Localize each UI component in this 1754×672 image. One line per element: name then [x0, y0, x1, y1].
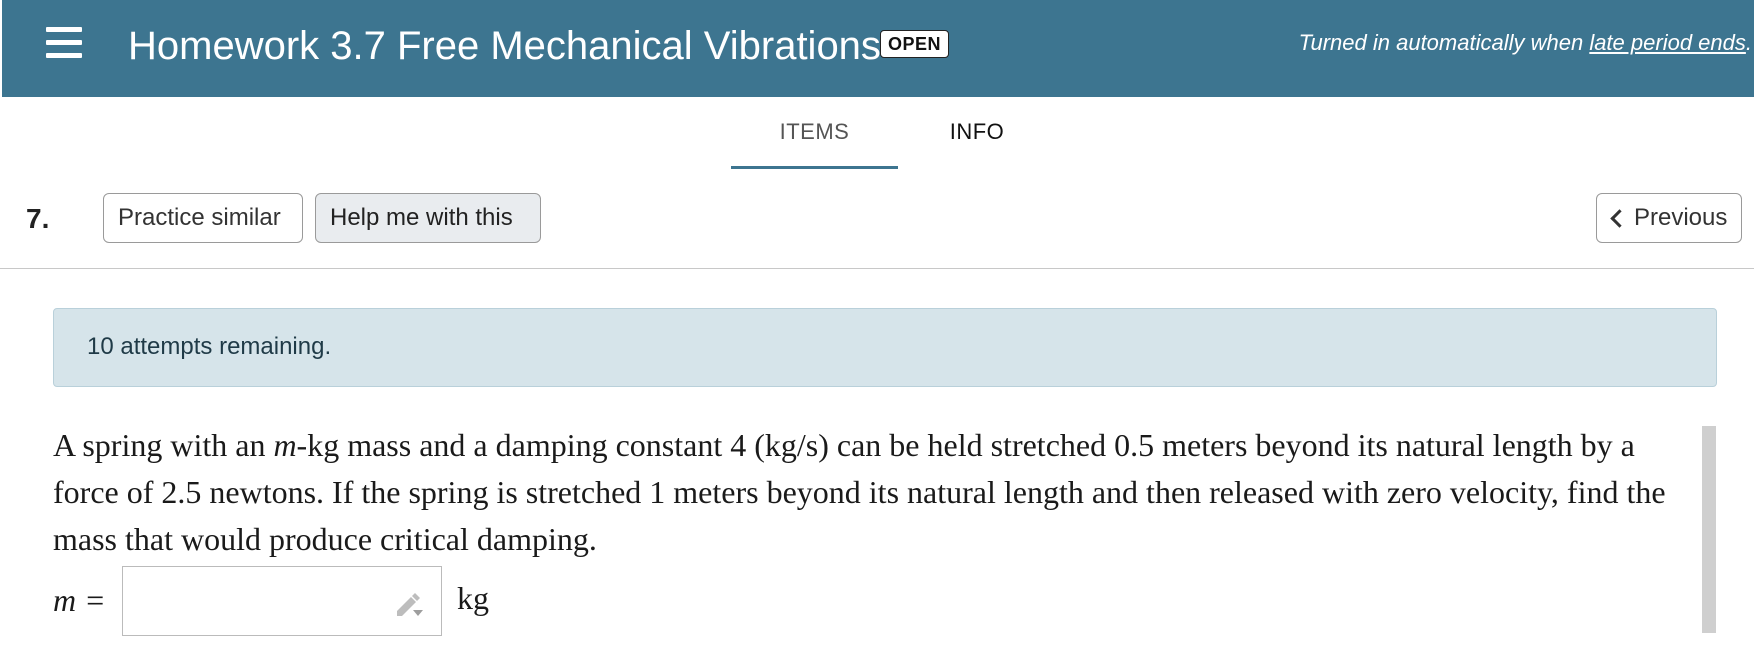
question-variable: m	[273, 427, 297, 463]
status-badge: OPEN	[880, 30, 950, 58]
answer-label: m =	[53, 582, 106, 618]
question-text: A spring with an m-kg mass and a damping…	[53, 422, 1693, 563]
help-me-button[interactable]: Help me with this	[315, 193, 541, 243]
tab-items[interactable]: ITEMS	[731, 97, 898, 169]
answer-unit: kg	[457, 580, 489, 616]
pencil-dropdown-icon[interactable]	[393, 589, 425, 619]
attempts-remaining-alert: 10 attempts remaining.	[53, 308, 1717, 387]
assignment-title: Homework 3.7 Free Mechanical Vibrations	[128, 24, 881, 68]
previous-label: Previous	[1634, 204, 1728, 231]
turnin-text: Turned in automatically when	[1298, 30, 1590, 55]
answer-input[interactable]	[122, 566, 442, 636]
content-scrollbar[interactable]	[1702, 426, 1716, 633]
tab-info[interactable]: INFO	[930, 97, 1024, 166]
question-toolbar: 7. Practice similar Help me with this Pr…	[0, 169, 1754, 269]
turnin-notice: Turned in automatically when late period…	[1299, 30, 1752, 56]
turnin-suffix: .	[1745, 30, 1752, 55]
hamburger-menu-icon[interactable]	[46, 25, 84, 59]
answer-row: m = kg	[53, 566, 653, 636]
assignment-header: Homework 3.7 Free Mechanical Vibrations …	[2, 0, 1754, 97]
previous-button[interactable]: Previous	[1596, 193, 1742, 243]
late-period-link[interactable]: late period ends	[1589, 30, 1746, 55]
question-number: 7.	[26, 203, 50, 234]
practice-similar-button[interactable]: Practice similar	[103, 193, 303, 243]
chevron-left-icon	[1610, 208, 1629, 228]
question-text-part1: A spring with an	[53, 427, 274, 463]
tab-bar: ITEMS INFO	[0, 97, 1754, 169]
